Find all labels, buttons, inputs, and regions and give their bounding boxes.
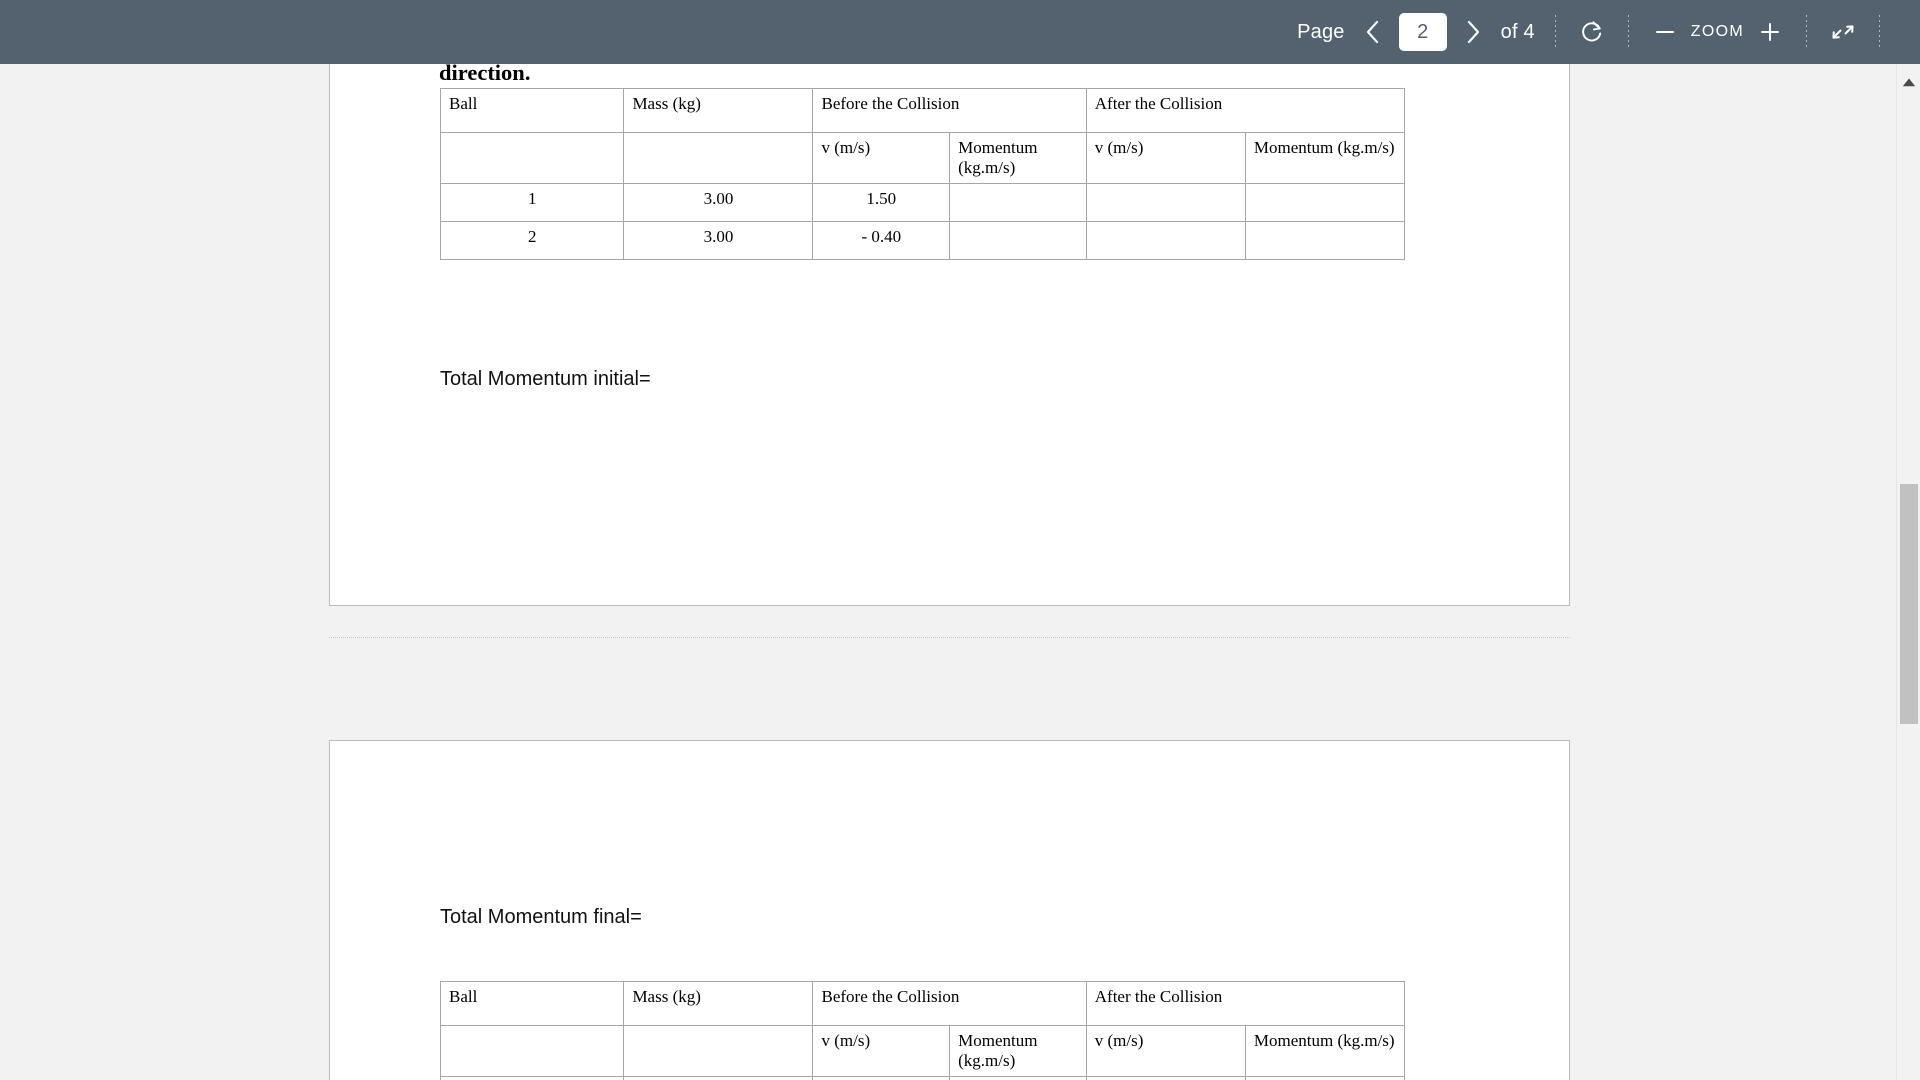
- triangle-up-icon: [1902, 78, 1916, 86]
- toolbar-divider-4: [1879, 15, 1880, 49]
- plus-icon: [1761, 23, 1779, 41]
- header-mass-blank: [623, 1025, 814, 1077]
- page-number-input[interactable]: [1398, 13, 1447, 51]
- collision-table-page3: Ball Mass (kg) Before the Collision Afte…: [439, 981, 1406, 1080]
- collapse-button[interactable]: [1821, 10, 1865, 54]
- header-v-after: v (m/s): [1085, 132, 1246, 184]
- table-row: 2 3.00 - 0.40: [439, 221, 1406, 260]
- cell-v-before: - 0.40: [812, 221, 951, 260]
- toolbar-divider-2: [1627, 15, 1629, 49]
- collapse-arrows-icon: [1832, 25, 1854, 39]
- chevron-left-icon: [1366, 20, 1378, 44]
- cell-ball: 2: [439, 221, 625, 260]
- minus-icon: [1655, 31, 1674, 33]
- header-v-before: v (m/s): [812, 1025, 951, 1077]
- header-mass: Mass (kg): [623, 981, 814, 1026]
- scrollbar-thumb[interactable]: [1900, 484, 1918, 724]
- cell-mass: 3.00: [623, 1076, 814, 1080]
- table-row: 1 3.00 1.50: [439, 1076, 1406, 1080]
- rotate-button[interactable]: [1570, 10, 1614, 54]
- total-momentum-initial-label: Total Momentum initial=: [440, 368, 651, 390]
- header-v-after: v (m/s): [1085, 1025, 1246, 1077]
- rotate-icon: [1582, 21, 1601, 42]
- viewer-toolbar: Page of 4 ZOOM: [0, 0, 1920, 64]
- header-p-after: Momentum (kg.m/s): [1244, 1025, 1406, 1077]
- chevron-right-icon: [1467, 20, 1479, 44]
- zoom-group: ZOOM: [1643, 0, 1792, 64]
- table-row: 1 3.00 1.50: [439, 183, 1406, 222]
- document-page-3: Total Momentum final= Ball Mass (kg) Bef…: [329, 740, 1570, 1080]
- total-momentum-final-label: Total Momentum final=: [440, 906, 642, 928]
- cell-v-after: [1085, 1076, 1246, 1080]
- table-header-row-1: Ball Mass (kg) Before the Collision Afte…: [439, 88, 1406, 133]
- scroll-up-button[interactable]: [1897, 72, 1920, 92]
- header-p-before: Momentum (kg.m/s): [949, 132, 1087, 184]
- header-after-collision: After the Collision: [1085, 981, 1406, 1026]
- cell-ball: 1: [439, 1076, 625, 1080]
- total-pages-label: of 4: [1500, 20, 1535, 43]
- cell-v-before: 1.50: [812, 1076, 951, 1080]
- page-label: Page: [1297, 20, 1345, 43]
- header-v-before: v (m/s): [812, 132, 951, 184]
- cell-p-before: [949, 183, 1087, 222]
- zoom-out-button[interactable]: [1643, 10, 1687, 54]
- header-ball: Ball: [439, 88, 625, 133]
- toolbar-divider-1: [1554, 15, 1556, 49]
- document-viewport[interactable]: Activity 3: Elastic Collisions in one di…: [0, 64, 1896, 1080]
- cell-v-after: [1085, 183, 1246, 222]
- cell-p-after: [1244, 1076, 1406, 1080]
- zoom-label: ZOOM: [1690, 23, 1744, 40]
- header-p-before: Momentum (kg.m/s): [949, 1025, 1087, 1077]
- cell-p-after: [1244, 183, 1406, 222]
- header-after-collision: After the Collision: [1085, 88, 1406, 133]
- collision-table-page2: Ball Mass (kg) Before the Collision Afte…: [439, 88, 1406, 260]
- header-ball-blank: [439, 132, 625, 184]
- zoom-in-button[interactable]: [1748, 10, 1792, 54]
- cell-mass: 3.00: [623, 183, 814, 222]
- toolbar-divider-3: [1806, 15, 1807, 49]
- cell-p-after: [1244, 221, 1406, 260]
- header-mass: Mass (kg): [623, 88, 814, 133]
- cell-p-before: [949, 1076, 1087, 1080]
- header-mass-blank: [623, 132, 814, 184]
- document-page-2: Activity 3: Elastic Collisions in one di…: [329, 64, 1570, 606]
- cell-ball: 1: [439, 183, 625, 222]
- cell-mass: 3.00: [623, 221, 814, 260]
- header-p-after: Momentum (kg.m/s): [1244, 132, 1406, 184]
- table-header-row-2: v (m/s) Momentum (kg.m/s) v (m/s) Moment…: [439, 1025, 1406, 1077]
- activity-title: Activity 3: Elastic Collisions in one di…: [439, 64, 531, 85]
- table-header-row-2: v (m/s) Momentum (kg.m/s) v (m/s) Moment…: [439, 132, 1406, 184]
- page-separator: [329, 637, 1570, 638]
- cell-p-before: [949, 221, 1087, 260]
- cell-v-after: [1085, 221, 1246, 260]
- header-ball: Ball: [439, 981, 625, 1026]
- page-navigation-group: Page of 4: [1291, 0, 1541, 64]
- vertical-scrollbar[interactable]: [1896, 64, 1920, 1080]
- header-before-collision: Before the Collision: [812, 981, 1087, 1026]
- next-page-button[interactable]: [1451, 10, 1495, 54]
- header-ball-blank: [439, 1025, 625, 1077]
- header-before-collision: Before the Collision: [812, 88, 1087, 133]
- table-header-row-1: Ball Mass (kg) Before the Collision Afte…: [439, 981, 1406, 1026]
- cell-v-before: 1.50: [812, 183, 951, 222]
- previous-page-button[interactable]: [1351, 10, 1395, 54]
